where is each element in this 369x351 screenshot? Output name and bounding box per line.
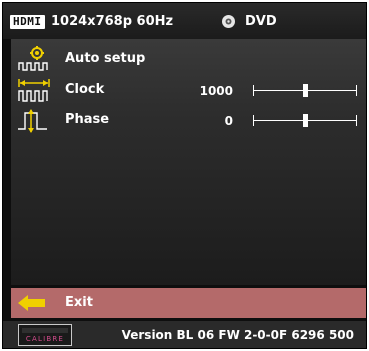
phase-slider[interactable]: [253, 113, 357, 129]
osd-menu: HDMI 1024x768p 60Hz DVD Auto setup Clock…: [3, 3, 366, 348]
phase-icon: [18, 109, 47, 133]
slider-tick-max: [356, 115, 357, 126]
exit-label: Exit: [65, 295, 93, 310]
menu-item-label: Phase: [65, 112, 110, 127]
logo-text: CALIBRE: [25, 335, 65, 343]
logo-bar: [22, 328, 68, 333]
exit-button[interactable]: Exit: [11, 288, 366, 318]
menu-item-phase[interactable]: Phase 0: [11, 107, 366, 133]
auto-setup-icon: [18, 46, 48, 71]
menu-panel: Auto setup Clock 1000 Phase 0: [11, 39, 366, 285]
slider-thumb[interactable]: [303, 114, 308, 127]
menu-item-auto-setup[interactable]: Auto setup: [11, 46, 366, 72]
version-info: Version BL 06 FW 2-0-0F 6296 500: [121, 328, 354, 342]
back-arrow-icon: [18, 295, 45, 311]
menu-item-label: Auto setup: [65, 51, 146, 66]
menu-item-clock[interactable]: Clock 1000: [11, 77, 366, 103]
clock-slider[interactable]: [253, 83, 357, 99]
footer-bar: CALIBRE Version BL 06 FW 2-0-0F 6296 500: [3, 321, 366, 348]
slider-tick-min: [253, 85, 254, 96]
slider-thumb[interactable]: [303, 84, 308, 97]
hdmi-badge: HDMI: [10, 15, 45, 29]
slider-tick-max: [356, 85, 357, 96]
phase-value: 0: [224, 114, 233, 128]
clock-icon: [18, 79, 50, 102]
clock-value: 1000: [199, 84, 233, 98]
source-label: DVD: [245, 14, 277, 29]
slider-tick-min: [253, 115, 254, 126]
calibre-logo: CALIBRE: [18, 324, 72, 346]
header-bar: HDMI 1024x768p 60Hz DVD: [3, 3, 366, 39]
disc-icon: [222, 15, 235, 28]
menu-item-label: Clock: [65, 82, 105, 97]
input-resolution: 1024x768p 60Hz: [51, 14, 174, 29]
